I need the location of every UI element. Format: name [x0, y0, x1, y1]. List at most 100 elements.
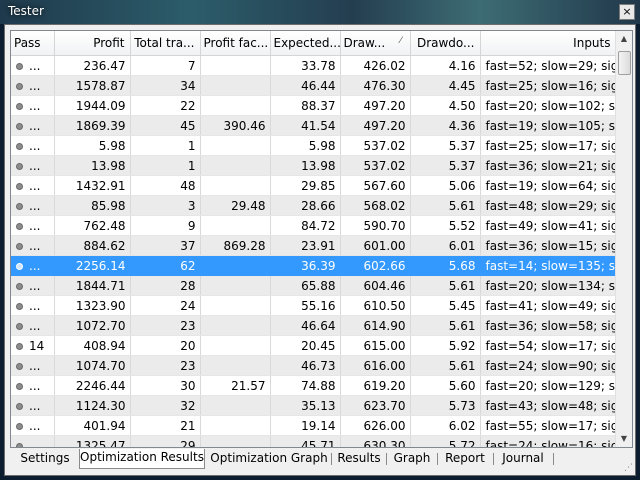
- close-button[interactable]: ×: [619, 4, 635, 20]
- profit-cell: 1074.70: [54, 355, 131, 376]
- table-row[interactable]: ... 401.94 21 19.14 626.00 6.02 fast=55; slow=…: [11, 415, 617, 436]
- inputs-cell: fast=25; slow=17; sign=...: [480, 135, 617, 156]
- table-row[interactable]: ... 884.62 37 869.28 23.91 601.00 6.01 fast=36;…: [11, 235, 617, 256]
- drawdown-percent-cell: 5.61: [410, 315, 481, 336]
- expected-payoff-cell: 13.98: [270, 155, 341, 176]
- drawdown-percent-cell: 4.50: [410, 95, 481, 116]
- table-row[interactable]: ... 1869.39 45 390.46 41.54 497.20 4.36 fast=19…: [11, 115, 617, 136]
- inputs-cell: fast=25; slow=16; sign=...: [480, 75, 617, 96]
- expected-payoff-cell: 84.72: [270, 215, 341, 236]
- expected-payoff-cell: 28.66: [270, 195, 341, 216]
- pass-label: ...: [29, 58, 41, 73]
- profit-cell: 2246.44: [54, 375, 131, 396]
- column-header-expected-payoff[interactable]: Expected...: [270, 31, 341, 56]
- column-header-drawdown-amount[interactable]: Draw... ⁄: [340, 31, 411, 56]
- pass-status-icon: [16, 362, 23, 370]
- vertical-scrollbar[interactable]: ▲ ▼: [615, 31, 632, 447]
- drawdown-percent-cell: 5.68: [410, 255, 481, 276]
- table-row[interactable]: ... 762.48 9 84.72 590.70 5.52 fast=49; slow=4…: [11, 215, 617, 236]
- profit-factor-cell: [200, 335, 271, 356]
- profit-cell: 762.48: [54, 215, 131, 236]
- expected-payoff-cell: 55.16: [270, 295, 341, 316]
- drawdown-amount-cell: 476.30: [340, 75, 411, 96]
- pass-label: ...: [29, 218, 41, 233]
- table-row[interactable]: ... 1944.09 22 88.37 497.20 4.50 fast=20; slow…: [11, 95, 617, 116]
- pass-cell: ...: [11, 55, 55, 76]
- column-header-profit[interactable]: Profit: [54, 31, 131, 56]
- table-row[interactable]: ... 1124.30 32 35.13 623.70 5.73 fast=43; slow…: [11, 395, 617, 416]
- drawdown-amount-cell: 615.00: [340, 335, 411, 356]
- pass-label: ...: [29, 298, 41, 313]
- table-row[interactable]: 14 408.94 20 20.45 615.00 5.92 fast=54; slow=1…: [11, 335, 617, 356]
- table-row-selected[interactable]: ... 2256.14 62 36.39 602.66 5.68 fast=14; slow…: [11, 255, 617, 276]
- pass-status-icon: [16, 242, 23, 250]
- expected-payoff-cell: 41.54: [270, 115, 341, 136]
- pass-cell: ...: [11, 435, 55, 447]
- table-row[interactable]: ... 1325.47 29 45.71 630.30 5.72 fast=24; slow…: [11, 435, 617, 447]
- pass-label: ...: [29, 178, 41, 193]
- pass-label: ...: [29, 238, 41, 253]
- inputs-cell: fast=19; slow=105; sign=...: [480, 115, 617, 136]
- column-header-total-trades[interactable]: Total tra...: [130, 31, 201, 56]
- pass-label: ...: [29, 418, 41, 433]
- profit-cell: 1869.39: [54, 115, 131, 136]
- table-row[interactable]: ... 13.98 1 13.98 537.02 5.37 fast=36; slow=21…: [11, 155, 617, 176]
- drawdown-percent-cell: 5.06: [410, 175, 481, 196]
- pass-status-icon: [16, 322, 23, 330]
- pass-cell: ...: [11, 115, 55, 136]
- column-header-pass[interactable]: Pass: [11, 31, 55, 56]
- total-trades-cell: 9: [130, 215, 201, 236]
- expected-payoff-cell: 23.91: [270, 235, 341, 256]
- inputs-cell: fast=20; slow=129; sign=...: [480, 375, 617, 396]
- drawdown-percent-cell: 5.45: [410, 295, 481, 316]
- tab-separator: [386, 453, 387, 465]
- table-row[interactable]: ... 2246.44 30 21.57 74.88 619.20 5.60 fast=20;…: [11, 375, 617, 396]
- tab-optimization-graph[interactable]: Optimization Graph: [207, 450, 331, 468]
- inputs-cell: fast=20; slow=134; sign=...: [480, 275, 617, 296]
- drawdown-percent-cell: 5.37: [410, 155, 481, 176]
- column-header-drawdown-amount-label: Draw...: [343, 36, 386, 50]
- total-trades-cell: 23: [130, 315, 201, 336]
- profit-cell: 1072.70: [54, 315, 131, 336]
- scroll-up-icon[interactable]: ▲: [616, 31, 632, 47]
- table-row[interactable]: ... 85.98 3 29.48 28.66 568.02 5.61 fast=48; sl…: [11, 195, 617, 216]
- column-header-inputs[interactable]: Inputs: [480, 31, 617, 56]
- tab-separator: [331, 453, 332, 465]
- scroll-down-icon[interactable]: ▼: [616, 431, 632, 447]
- pass-cell: ...: [11, 75, 55, 96]
- pass-label: ...: [29, 358, 41, 373]
- tab-journal[interactable]: Journal: [495, 450, 551, 468]
- table-row[interactable]: ... 1844.71 28 65.88 604.46 5.61 fast=20; slow…: [11, 275, 617, 296]
- table-row[interactable]: ... 236.47 7 33.78 426.02 4.16 fast=52; slow=2…: [11, 55, 617, 76]
- table-row[interactable]: ... 1323.90 24 55.16 610.50 5.45 fast=41; slow…: [11, 295, 617, 316]
- resize-grip-icon[interactable]: ⋰: [624, 463, 633, 473]
- tab-settings[interactable]: Settings: [12, 450, 78, 468]
- expected-payoff-cell: 46.64: [270, 315, 341, 336]
- scroll-thumb[interactable]: [618, 51, 631, 75]
- total-trades-cell: 34: [130, 75, 201, 96]
- inputs-cell: fast=36; slow=21; sign=...: [480, 155, 617, 176]
- tab-optimization-results[interactable]: Optimization Results: [79, 449, 205, 469]
- column-header-drawdown-percent[interactable]: Drawdo...: [410, 31, 481, 56]
- pass-status-icon: [16, 202, 23, 210]
- expected-payoff-cell: 46.44: [270, 75, 341, 96]
- tab-graph[interactable]: Graph: [388, 450, 436, 468]
- tab-report[interactable]: Report: [439, 450, 491, 468]
- pass-cell: ...: [11, 395, 55, 416]
- table-row[interactable]: ... 1074.70 23 46.73 616.00 5.61 fast=24; slow…: [11, 355, 617, 376]
- column-header-profit-factor[interactable]: Profit fac...: [200, 31, 271, 56]
- pass-cell: ...: [11, 255, 55, 276]
- tab-separator: [493, 453, 494, 465]
- table-row[interactable]: ... 1072.70 23 46.64 614.90 5.61 fast=36; slow…: [11, 315, 617, 336]
- table-row[interactable]: ... 1432.91 48 29.85 567.60 5.06 fast=19; slow…: [11, 175, 617, 196]
- profit-factor-cell: [200, 435, 271, 447]
- inputs-cell: fast=14; slow=135; sign=...: [480, 255, 617, 276]
- profit-cell: 1578.87: [54, 75, 131, 96]
- drawdown-percent-cell: 6.02: [410, 415, 481, 436]
- table-row[interactable]: ... 1578.87 34 46.44 476.30 4.45 fast=25; slow…: [11, 75, 617, 96]
- drawdown-amount-cell: 590.70: [340, 215, 411, 236]
- tab-results[interactable]: Results: [333, 450, 385, 468]
- pass-status-icon: [16, 162, 23, 170]
- expected-payoff-cell: 46.73: [270, 355, 341, 376]
- table-row[interactable]: ... 5.98 1 5.98 537.02 5.37 fast=25; slow=17; …: [11, 135, 617, 156]
